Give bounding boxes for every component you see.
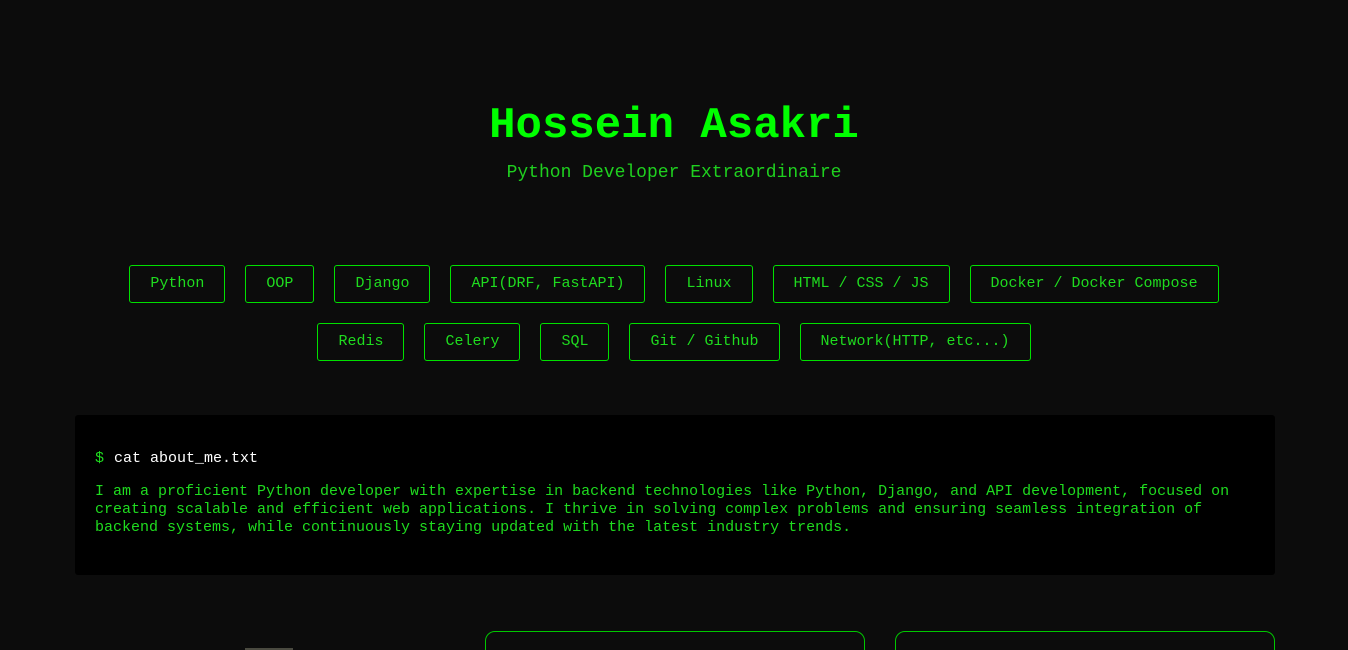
skills-list: Python OOP Django API(DRF, FastAPI) Linu… [80, 265, 1268, 361]
skill-chip-network: Network(HTTP, etc...) [799, 323, 1031, 361]
skill-chip-linux: Linux [665, 265, 753, 303]
terminal-box: $ cat about_me.txt I am a proficient Pyth… [75, 415, 1275, 575]
skill-chip-api: API(DRF, FastAPI) [450, 265, 646, 303]
skill-chip-celery: Celery [424, 323, 521, 361]
skill-chip-redis: Redis [317, 323, 405, 361]
skill-chip-python: Python [129, 265, 226, 303]
skill-chip-docker: Docker / Docker Compose [969, 265, 1219, 303]
portfolio-page: Hossein Asakri Python Developer Extraord… [0, 0, 1348, 650]
tagline: Python Developer Extraordinaire [506, 163, 842, 183]
project-card[interactable] [485, 631, 865, 650]
page-title: Hossein Asakri [489, 101, 859, 151]
terminal-command-line: $ cat about_me.txt [95, 449, 1255, 469]
skill-chip-django: Django [334, 265, 431, 303]
project-card[interactable] [895, 631, 1275, 650]
about-me-text: I am a proficient Python developer with … [95, 483, 1230, 536]
terminal-command: cat about_me.txt [114, 450, 259, 467]
skill-chip-sql: SQL [540, 323, 610, 361]
terminal-prompt: $ [95, 450, 105, 467]
skill-chip-oop: OOP [245, 265, 315, 303]
skill-chip-html-css-js: HTML / CSS / JS [772, 265, 950, 303]
skill-chip-git: Git / Github [629, 323, 780, 361]
